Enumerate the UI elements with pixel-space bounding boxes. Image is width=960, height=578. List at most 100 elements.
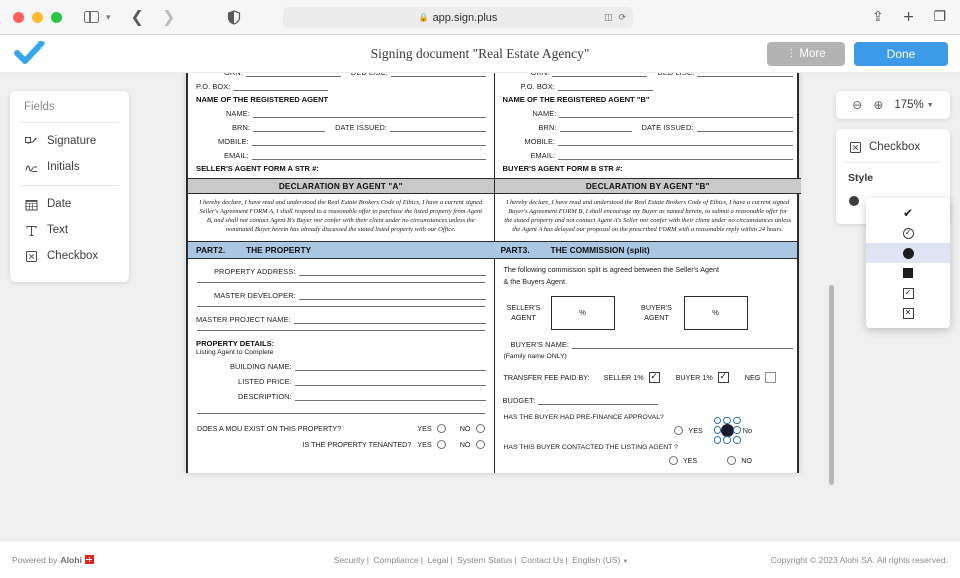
resize-handle-middle-left[interactable] [713,426,722,434]
zoom-out-icon[interactable]: ⊖ [852,99,862,111]
field-tool-text[interactable]: Text [10,217,129,243]
po-box-input[interactable] [557,82,653,91]
buyers-name-input[interactable] [572,340,793,349]
mobile-input[interactable] [251,137,486,146]
resize-handle-bottom-center[interactable] [723,436,731,444]
document-scrollbar[interactable] [829,285,834,485]
field-tool-date[interactable]: Date [10,191,129,217]
seller-form-str-label: SELLER'S AGENT FORM A STR #: [196,164,319,173]
field-tool-checkbox[interactable]: Checkbox [10,243,129,269]
minimize-window-button[interactable] [32,11,43,23]
transfer-fee-neg-checkbox[interactable] [765,371,777,383]
address-bar[interactable]: 🔒 app.sign.plus ◫ ⟳ [283,7,633,28]
date-issued-input[interactable] [390,123,486,132]
form-row-budget: BUDGET: [495,396,802,405]
done-button[interactable]: Done [854,41,948,66]
orn-input[interactable] [552,73,648,77]
tenanted-yes-radio[interactable] [436,439,446,449]
footer-link-compliance[interactable]: Compliance [371,555,420,565]
description-label: DESCRIPTION: [238,391,292,401]
privacy-shield-icon[interactable] [227,9,241,25]
mou-yes-radio[interactable] [436,423,446,433]
brn-input[interactable] [253,123,326,132]
email-input[interactable] [558,151,793,160]
contacted-yes-radio[interactable] [668,455,678,465]
date-issued-input[interactable] [696,123,793,132]
mou-no-radio[interactable] [475,423,485,433]
footer-language-selector[interactable]: English (US) [570,555,622,565]
footer-link-legal[interactable]: Legal [425,555,450,565]
back-arrow-icon[interactable]: ❮ [131,9,144,25]
ded-lisc-input[interactable] [697,73,793,77]
style-option-checkmark[interactable]: ✔ [866,203,950,223]
resize-handle-bottom-right[interactable] [733,436,741,444]
style-option-checked-box[interactable]: ✓ [866,283,950,303]
chevron-down-icon[interactable]: ▼ [622,559,628,565]
mou-no-option[interactable]: NO [460,423,485,433]
building-name-input[interactable] [294,362,486,371]
tenanted-no-option[interactable]: NO [460,439,485,449]
transfer-fee-buyer-checkbox[interactable]: ✓ [717,371,729,383]
prefinance-yes-radio[interactable] [674,425,684,435]
field-tool-initials[interactable]: Initials [10,154,129,180]
forward-arrow-icon[interactable]: ❯ [162,9,175,25]
maximize-window-button[interactable] [51,11,62,23]
part3-number: PART3. [500,244,530,255]
resize-handle-top-left[interactable] [713,416,722,425]
mou-yes-option[interactable]: YES [417,423,446,433]
orn-input[interactable] [245,73,341,77]
resize-handle-top-right[interactable] [733,416,741,425]
name-input[interactable] [559,109,793,118]
style-option-circled-check[interactable]: ✓ [866,223,950,243]
extension-icon[interactable]: ◫ [604,13,613,23]
tab-overview-icon[interactable]: ❐ [933,10,946,24]
separator: | [450,554,453,565]
reload-icon[interactable]: ⟳ [618,13,626,23]
close-window-button[interactable] [13,11,24,23]
footer-link-contact-us[interactable]: Contact Us [519,555,566,565]
footer-link-security[interactable]: Security [332,555,367,565]
mobile-input[interactable] [558,137,793,146]
plus-icon[interactable]: + [903,10,915,24]
tenanted-yes-option[interactable]: YES [417,439,446,449]
name-input[interactable] [252,109,486,118]
master-developer-input[interactable] [298,291,486,300]
ded-lisc-input[interactable] [390,73,486,77]
tenanted-no-radio[interactable] [475,439,485,449]
resize-handle-bottom-left[interactable] [713,436,722,444]
sidebar-toggle-button[interactable]: ▾ [84,10,111,24]
field-tool-signature[interactable]: Signature [10,128,129,154]
form-row-pobox: P.O. BOX: [188,82,494,91]
style-option-crossed-box[interactable]: ✕ [866,303,950,323]
zoom-level-selector[interactable]: 175% ▼ [894,99,933,111]
contacted-yes-option[interactable]: YES [668,455,697,465]
sellers-agent-percent-box[interactable]: % [550,295,615,330]
buyers-agent-percent-box[interactable]: % [683,295,748,330]
master-project-input[interactable] [293,315,486,324]
style-option-filled-square[interactable] [866,263,950,283]
share-icon[interactable]: ⇪ [872,10,884,24]
placed-checkbox-field[interactable] [713,416,741,444]
footer-link-system-status[interactable]: System Status [455,555,514,565]
budget-input[interactable] [538,396,659,405]
po-box-input[interactable] [233,82,329,91]
transfer-fee-seller-checkbox[interactable]: ✓ [648,371,660,383]
style-option-filled-circle[interactable] [866,243,950,263]
prefinance-yes-option[interactable]: YES [674,425,703,435]
more-button[interactable]: ⋮ More [767,41,845,66]
email-input[interactable] [251,151,486,160]
brn-input[interactable] [559,123,632,132]
zoom-in-icon[interactable]: ⊕ [873,99,883,111]
chevron-down-icon[interactable]: ▾ [106,12,111,22]
declaration-a-title: DECLARATION BY AGENT "A" [188,178,494,194]
contacted-no-option[interactable]: NO [727,455,752,465]
prefinance-no-option[interactable]: No [713,416,752,444]
resize-handle-top-center[interactable] [723,416,731,425]
listed-price-input[interactable] [294,377,486,386]
contacted-no-radio[interactable] [727,455,737,465]
description-input[interactable] [294,392,486,401]
property-address-input[interactable] [298,267,486,276]
document-viewer[interactable]: ORN: DED LISC: P.O. BOX: NAME OF THE REG… [136,73,836,578]
resize-handle-middle-right[interactable] [733,426,741,434]
style-dropdown-menu[interactable]: ✔ ✓ ✓ ✕ [866,198,950,328]
